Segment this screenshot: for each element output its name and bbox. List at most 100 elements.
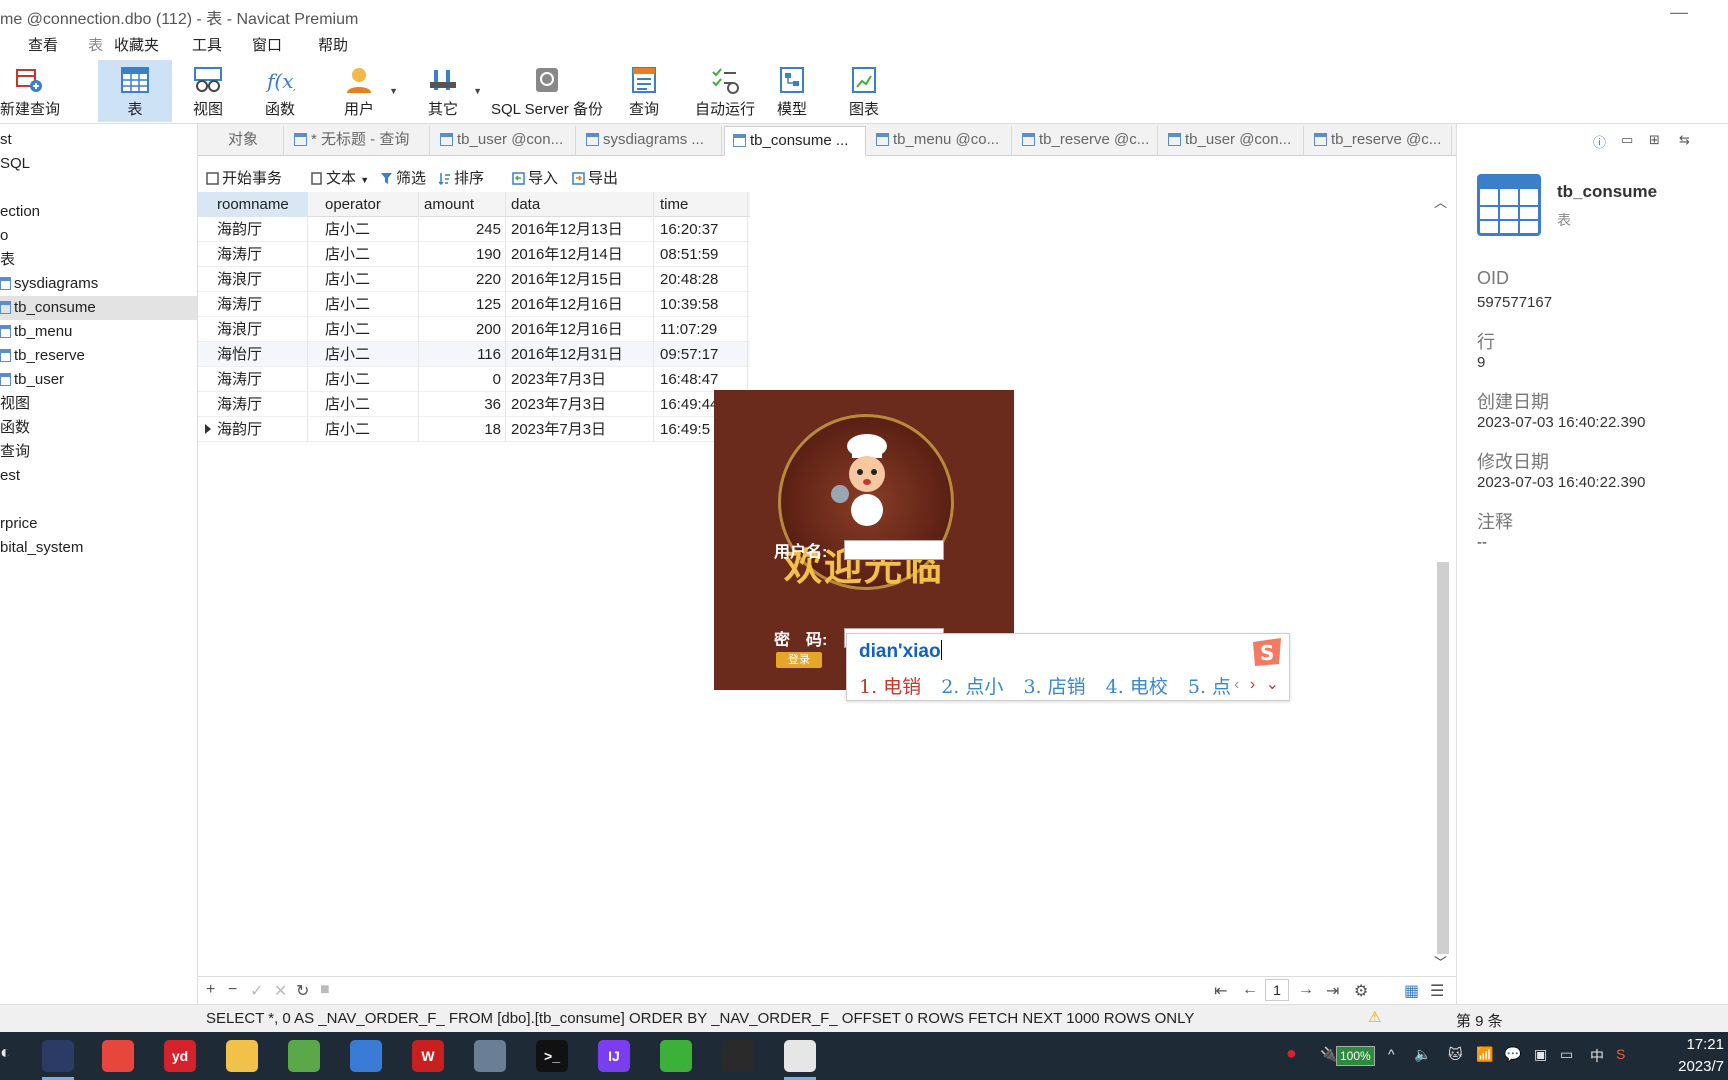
volume-icon[interactable]: 🔈 xyxy=(1414,1046,1431,1063)
table-row[interactable]: 海怡厅 店小二 116 2016年12月31日 09:57:17 xyxy=(198,342,750,367)
ime-candidate[interactable]: 4. 电校 xyxy=(1106,676,1168,698)
scrollbar-thumb[interactable] xyxy=(1437,562,1449,954)
cell-data[interactable]: 2023年7月3日 xyxy=(506,392,654,417)
others-dropdown-icon[interactable]: ▼ xyxy=(473,86,482,96)
wifi-icon[interactable]: 📶 xyxy=(1476,1046,1493,1063)
ime-candidate[interactable]: 2. 点小 xyxy=(941,676,1003,698)
tab-sysdiagrams[interactable]: sysdiagrams ... xyxy=(578,126,722,156)
tab-untitled-query[interactable]: * 无标题 - 查询 xyxy=(286,126,430,156)
power-icon[interactable]: ◐ xyxy=(0,1042,11,1063)
menu-window[interactable]: 窗口 xyxy=(252,34,282,55)
taskbar-app-wps-icon[interactable]: W xyxy=(412,1040,444,1072)
cell-amount[interactable]: 116 xyxy=(419,342,506,367)
cell-data[interactable]: 2016年12月16日 xyxy=(506,317,654,342)
tree-item[interactable]: ection xyxy=(0,200,197,224)
view-button[interactable]: 视图 xyxy=(180,60,236,122)
column-header-time[interactable]: time xyxy=(654,192,748,217)
taskbar-app-wechat-icon[interactable] xyxy=(660,1040,692,1072)
tab-tb-user-2[interactable]: tb_user @con... xyxy=(1160,126,1304,156)
apply-icon[interactable]: ✓ xyxy=(250,981,263,1001)
settings-icon[interactable]: ⚙ xyxy=(1354,981,1368,1001)
cell-amount[interactable]: 36 xyxy=(419,392,506,417)
cell-data[interactable]: 2023年7月3日 xyxy=(506,417,654,442)
taskbar-app-java-icon[interactable] xyxy=(784,1040,816,1072)
panel-toggle-icon[interactable]: ⇆ xyxy=(1679,132,1690,148)
ime-expand-icon[interactable]: ⌄ xyxy=(1266,676,1279,693)
user-button[interactable]: 用户 ▼ xyxy=(334,60,398,122)
cell-operator[interactable]: 店小二 xyxy=(308,392,419,417)
discard-icon[interactable]: ✕ xyxy=(274,981,287,1001)
last-page-icon[interactable]: ⇥ xyxy=(1326,981,1339,1001)
cell-roomname[interactable]: 海涛厅 xyxy=(198,392,308,417)
tree-item-views[interactable]: 视图 xyxy=(0,392,197,416)
delete-record-icon[interactable]: − xyxy=(228,981,237,999)
export-button[interactable]: 导出 xyxy=(572,167,618,188)
info-icon[interactable]: ⓘ xyxy=(1593,132,1606,151)
tree-item-tb-menu[interactable]: tb_menu xyxy=(0,320,197,344)
filter-button[interactable]: 筛选 xyxy=(380,167,426,188)
grid-vertical-scrollbar[interactable]: ︿ ﹀ xyxy=(1432,192,1452,972)
taskbar-app-chrome-icon[interactable] xyxy=(102,1040,134,1072)
text-button[interactable]: 文本 ▼ xyxy=(310,167,369,188)
taskbar-app-loader-icon[interactable] xyxy=(722,1040,754,1072)
table-row[interactable]: 海涛厅 店小二 0 2023年7月3日 16:48:47 xyxy=(198,367,750,392)
cell-time[interactable]: 09:57:17 xyxy=(654,342,748,367)
cell-operator[interactable]: 店小二 xyxy=(308,317,419,342)
tray-expand-icon[interactable]: ^ xyxy=(1388,1046,1395,1062)
refresh-icon[interactable]: ↻ xyxy=(296,981,309,1001)
cell-roomname[interactable]: 海浪厅 xyxy=(198,317,308,342)
battery-indicator[interactable]: 100% xyxy=(1336,1046,1375,1066)
add-record-icon[interactable]: + xyxy=(206,981,215,999)
scroll-down-icon[interactable]: ﹀ xyxy=(1434,952,1447,971)
ime-prev-icon[interactable]: ‹ xyxy=(1234,676,1239,693)
table-button[interactable]: 表 xyxy=(98,60,172,122)
dependencies-icon[interactable]: ⊞ xyxy=(1649,132,1660,148)
cell-roomname[interactable]: 海韵厅 xyxy=(198,417,308,442)
cell-data[interactable]: 2016年12月13日 xyxy=(506,217,654,242)
username-input[interactable] xyxy=(844,540,944,560)
cell-time[interactable]: 16:20:37 xyxy=(654,217,748,242)
tab-objects[interactable]: 对象 xyxy=(198,126,284,156)
tab-tb-reserve-2[interactable]: tb_reserve @c... xyxy=(1306,126,1452,156)
system-clock[interactable]: 17:21 2023/7 xyxy=(1678,1034,1724,1078)
taskbar-app-intellij-icon[interactable]: IJ xyxy=(598,1040,630,1072)
column-header-roomname[interactable]: roomname xyxy=(198,192,308,217)
cell-time[interactable]: 11:07:29 xyxy=(654,317,748,342)
cell-time[interactable]: 10:39:58 xyxy=(654,292,748,317)
tree-item-queries[interactable]: 查询 xyxy=(0,440,197,464)
taskbar-app-visual-studio-icon[interactable] xyxy=(42,1040,74,1072)
tab-tb-user[interactable]: tb_user @con... xyxy=(432,126,576,156)
power-plug-icon[interactable]: 🔌 xyxy=(1320,1046,1337,1063)
cell-data[interactable]: 2016年12月15日 xyxy=(506,267,654,292)
cell-amount[interactable]: 0 xyxy=(419,367,506,392)
cat-tray-icon[interactable]: 🐱 xyxy=(1448,1046,1463,1063)
menu-help[interactable]: 帮助 xyxy=(318,34,348,55)
cell-time[interactable]: 16:48:47 xyxy=(654,367,748,392)
cell-operator[interactable]: 店小二 xyxy=(308,267,419,292)
others-button[interactable]: 其它 ▼ xyxy=(418,60,482,122)
cell-roomname[interactable]: 海怡厅 xyxy=(198,342,308,367)
sort-button[interactable]: 排序 xyxy=(438,167,484,188)
tree-item[interactable]: o xyxy=(0,224,197,248)
cell-roomname[interactable]: 海涛厅 xyxy=(198,367,308,392)
tree-item-functions[interactable]: 函数 xyxy=(0,416,197,440)
cell-roomname[interactable]: 海涛厅 xyxy=(198,242,308,267)
cell-operator[interactable]: 店小二 xyxy=(308,367,419,392)
scroll-up-icon[interactable]: ︿ xyxy=(1434,192,1447,211)
table-row[interactable]: 海浪厅 店小二 220 2016年12月15日 20:48:28 xyxy=(198,267,750,292)
cell-data[interactable]: 2016年12月16日 xyxy=(506,292,654,317)
grid-view-icon[interactable]: ▦ xyxy=(1404,981,1419,1001)
tree-item-tb-user[interactable]: tb_user xyxy=(0,368,197,392)
import-button[interactable]: 导入 xyxy=(512,167,558,188)
cell-operator[interactable]: 店小二 xyxy=(308,217,419,242)
taskbar-app-terminal-icon[interactable]: >_ xyxy=(536,1040,568,1072)
tree-item-tb-consume[interactable]: tb_consume xyxy=(0,296,197,320)
menu-table[interactable]: 表 xyxy=(88,34,103,55)
ddl-icon[interactable]: ▭ xyxy=(1621,132,1633,148)
new-query-button[interactable]: 新建查询 xyxy=(0,60,60,122)
cell-amount[interactable]: 245 xyxy=(419,217,506,242)
page-number[interactable]: 1 xyxy=(1265,979,1289,1001)
cell-time[interactable]: 20:48:28 xyxy=(654,267,748,292)
tab-tb-menu[interactable]: tb_menu @co... xyxy=(868,126,1012,156)
begin-transaction-button[interactable]: 开始事务 xyxy=(206,167,282,188)
